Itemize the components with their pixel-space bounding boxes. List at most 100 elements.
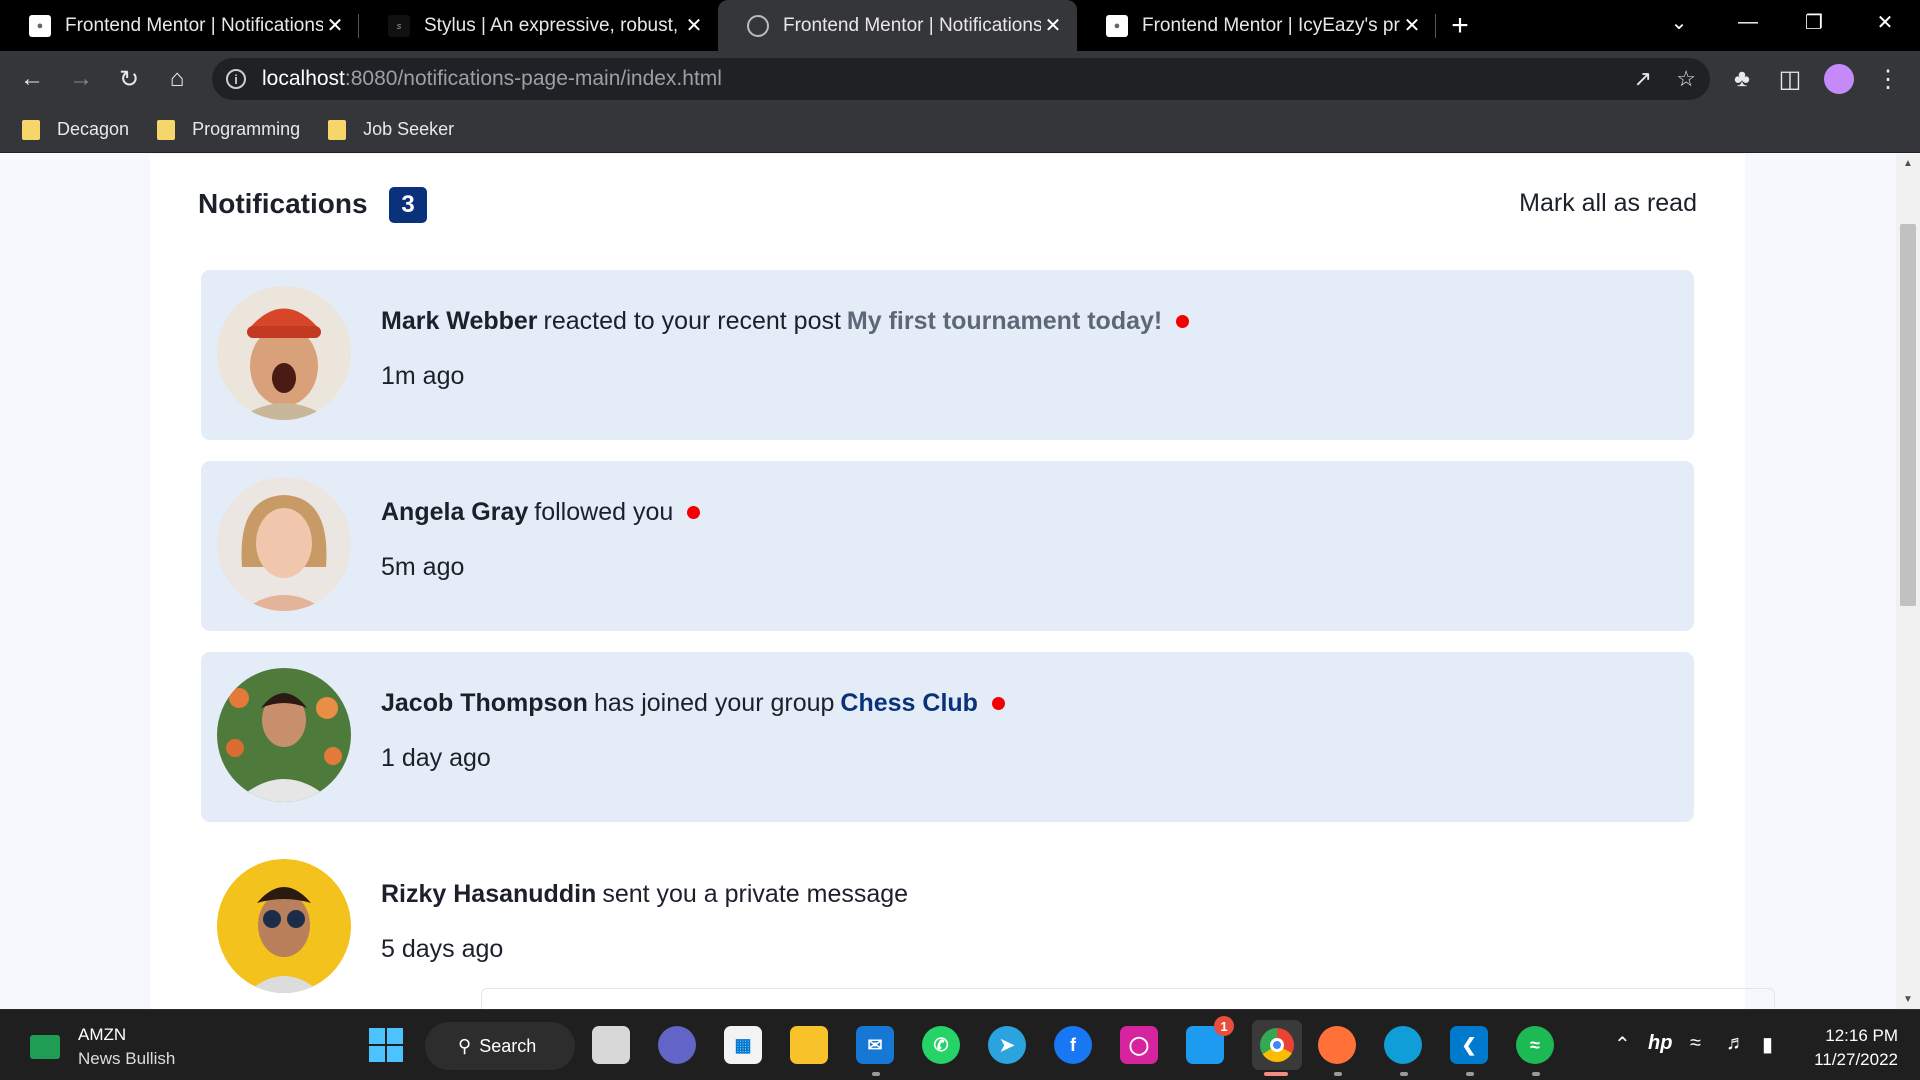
tab-notifications-1[interactable]: ● Frontend Mentor | Notifications page ✕ (0, 0, 359, 51)
home-icon[interactable]: ⌂ (157, 59, 197, 99)
close-tab-icon[interactable]: ✕ (1041, 13, 1065, 38)
new-tab-button[interactable]: + (1436, 0, 1484, 51)
notification-user-name[interactable]: Angela Gray (381, 498, 528, 527)
task-view-icon[interactable] (592, 1026, 630, 1064)
notification-group-link[interactable]: Chess Club (840, 689, 978, 718)
notification-message: Jacob Thompson has joined your group Che… (381, 689, 1005, 718)
wifi-icon[interactable]: ≈ (1690, 1032, 1701, 1055)
search-label: Search (479, 1035, 537, 1056)
unread-dot-icon (1176, 315, 1190, 328)
notification-user-name[interactable]: Mark Webber (381, 307, 538, 336)
edge-icon[interactable] (1384, 1026, 1422, 1064)
notification-item[interactable]: Mark Webber reacted to your recent post … (201, 270, 1694, 440)
folder-icon (328, 119, 347, 140)
reload-icon[interactable]: ↻ (109, 59, 149, 99)
scroll-up-arrow-icon[interactable]: ▲ (1896, 158, 1920, 169)
scroll-down-arrow-icon[interactable]: ▼ (1896, 994, 1920, 1005)
restore-button[interactable]: ❐ (1790, 0, 1838, 45)
close-window-button[interactable]: ✕ (1860, 0, 1910, 45)
facebook-icon[interactable]: f (1054, 1026, 1092, 1064)
bookmark-star-icon[interactable]: ☆ (1676, 66, 1696, 92)
menu-kebab-icon[interactable]: ⋮ (1868, 59, 1908, 99)
spotify-icon[interactable]: ≈ (1516, 1026, 1554, 1064)
instagram-icon[interactable]: ◯ (1120, 1026, 1158, 1064)
close-tab-icon[interactable]: ✕ (682, 13, 706, 38)
forward-arrow-icon[interactable]: → (61, 59, 101, 99)
folder-icon (157, 119, 176, 140)
notification-item[interactable]: Rizky Hasanuddin sent you a private mess… (201, 843, 1694, 1009)
app-running-indicator (1466, 1072, 1474, 1076)
unread-dot-icon (687, 506, 701, 519)
address-bar[interactable]: i localhost:8080/notifications-page-main… (212, 58, 1710, 100)
system-clock[interactable]: 12:16 PM 11/27/2022 (1814, 1024, 1898, 1072)
firefox-icon[interactable] (1318, 1026, 1356, 1064)
url-path: :8080/notifications-page-main/index.html (344, 67, 722, 90)
telegram-icon[interactable]: ➤ (988, 1026, 1026, 1064)
minimize-button[interactable]: — (1724, 0, 1772, 45)
whatsapp-icon[interactable]: ✆ (922, 1026, 960, 1064)
avatar[interactable] (217, 477, 351, 611)
extensions-puzzle-icon[interactable]: ♣ (1722, 59, 1762, 99)
notification-time: 5m ago (381, 553, 465, 581)
twitter-icon[interactable]: 1 (1186, 1016, 1234, 1064)
stock-symbol: AMZN (78, 1025, 127, 1044)
taskbar-search-button[interactable]: ⚲ Search (425, 1022, 575, 1070)
tab-stylus[interactable]: s Stylus | An expressive, robust, featur… (359, 0, 718, 51)
tab-search-icon[interactable]: ⌄ (1654, 0, 1704, 45)
avatar[interactable] (217, 668, 351, 802)
close-tab-icon[interactable]: ✕ (323, 13, 347, 38)
app-active-indicator (1264, 1072, 1288, 1076)
app-running-indicator (1400, 1072, 1408, 1076)
site-info-icon[interactable]: i (226, 69, 246, 89)
notification-message: Mark Webber reacted to your recent post … (381, 307, 1190, 336)
notification-text: sent you a private message (602, 880, 909, 908)
bookmarks-bar: Decagon Programming Job Seeker (0, 107, 1920, 153)
bookmark-decagon[interactable]: Decagon (22, 119, 129, 140)
page-viewport: Notifications 3 Mark all as read Mark We… (0, 154, 1896, 1009)
stock-chart-icon (30, 1035, 60, 1059)
avatar[interactable] (217, 859, 351, 993)
mark-all-as-read-button[interactable]: Mark all as read (1519, 189, 1697, 218)
volume-icon[interactable]: ♬ (1726, 1032, 1746, 1055)
notification-item[interactable]: Jacob Thompson has joined your group Che… (201, 652, 1694, 822)
notification-time: 1 day ago (381, 744, 491, 772)
notification-time: 5 days ago (381, 935, 504, 963)
bookmark-job-seeker[interactable]: Job Seeker (328, 119, 454, 140)
side-panel-icon[interactable]: ◫ (1770, 59, 1810, 99)
close-tab-icon[interactable]: ✕ (1400, 13, 1424, 38)
teams-chat-icon[interactable] (658, 1026, 696, 1064)
vscode-icon[interactable]: ❮ (1450, 1026, 1488, 1064)
stock-widget[interactable]: AMZN News Bullish (30, 1025, 175, 1069)
share-icon[interactable]: ↗ (1634, 66, 1652, 92)
windows-start-icon[interactable] (367, 1026, 405, 1064)
chrome-icon[interactable] (1252, 1020, 1302, 1070)
bookmark-programming[interactable]: Programming (157, 119, 300, 140)
notification-text: followed you (534, 498, 674, 526)
clock-time: 12:16 PM (1825, 1026, 1898, 1045)
profile-avatar-icon[interactable] (1819, 59, 1859, 99)
notification-text: has joined your group (593, 689, 835, 717)
notification-text: reacted to your recent post (543, 307, 841, 335)
file-explorer-icon[interactable] (790, 1026, 828, 1064)
notification-user-name[interactable]: Rizky Hasanuddin (381, 880, 596, 909)
private-message-box[interactable] (481, 988, 1775, 1009)
browser-toolbar: ← → ↻ ⌂ i localhost:8080/notifications-p… (0, 51, 1920, 107)
show-hidden-icons-chevron-icon[interactable]: ⌃ (1614, 1032, 1631, 1057)
microsoft-store-icon[interactable]: ▦ (724, 1026, 762, 1064)
globe-icon (747, 14, 769, 37)
avatar[interactable] (217, 286, 351, 420)
hp-icon[interactable]: hp (1648, 1032, 1672, 1055)
battery-icon[interactable]: ▮ (1762, 1032, 1773, 1057)
folder-icon (22, 119, 40, 140)
mail-icon[interactable]: ✉ (856, 1026, 894, 1064)
notification-item[interactable]: Angela Gray followed you 5m ago (201, 461, 1694, 631)
tab-profile[interactable]: ● Frontend Mentor | IcyEazy's profile ✕ (1077, 0, 1436, 51)
page-scrollbar[interactable]: ▲ ▼ (1896, 154, 1920, 1009)
back-arrow-icon[interactable]: ← (12, 59, 52, 99)
stock-news: News Bullish (78, 1049, 176, 1068)
tab-title: Stylus | An expressive, robust, feature-… (424, 14, 682, 36)
scrollbar-thumb[interactable] (1900, 224, 1916, 606)
tab-notifications-active[interactable]: Frontend Mentor | Notifications page ✕ (718, 0, 1077, 51)
notification-post-link[interactable]: My first tournament today! (847, 307, 1162, 336)
notification-user-name[interactable]: Jacob Thompson (381, 689, 588, 718)
